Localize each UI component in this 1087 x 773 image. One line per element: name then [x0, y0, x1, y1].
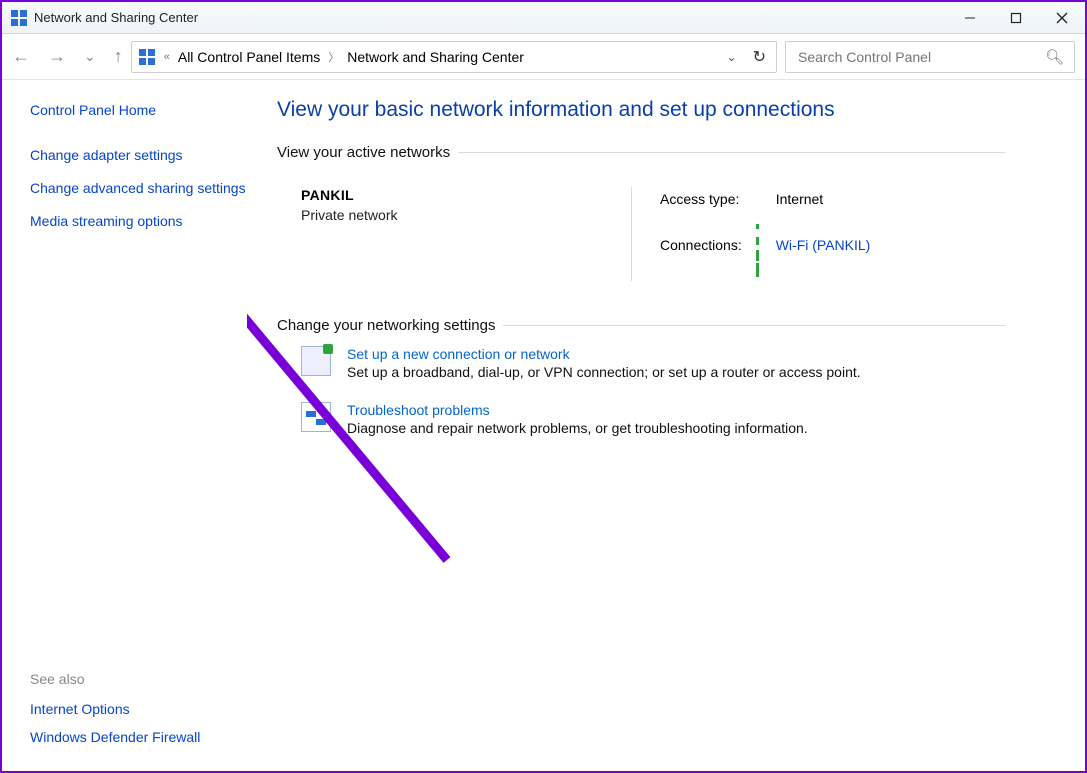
task-setup-connection[interactable]: Set up a new connection or network Set u… — [301, 346, 1005, 380]
address-bar[interactable]: « All Control Panel Items 〉 Network and … — [131, 41, 777, 73]
recent-locations-button[interactable]: ⌄ — [84, 48, 96, 65]
control-panel-icon — [138, 48, 156, 66]
page-title: View your basic network information and … — [277, 98, 1005, 122]
toolbar: ← → ⌄ ↑ « All Control Panel Items 〉 Netw… — [2, 34, 1085, 80]
breadcrumb-prefix: « — [164, 51, 170, 63]
chevron-right-icon: 〉 — [328, 49, 339, 65]
title-bar: Network and Sharing Center — [2, 2, 1085, 34]
address-dropdown-button[interactable]: ⌄ — [721, 50, 743, 64]
task-desc: Diagnose and repair network problems, or… — [347, 420, 808, 436]
active-network-row: PANKIL Private network Access type: Inte… — [277, 169, 1005, 303]
breadcrumb-item[interactable]: All Control Panel Items — [178, 49, 320, 65]
see-also-internet-options[interactable]: Internet Options — [30, 701, 247, 717]
divider — [631, 187, 632, 281]
control-panel-home-link[interactable]: Control Panel Home — [30, 102, 247, 118]
close-button[interactable] — [1039, 2, 1085, 33]
sidebar-link-adapter[interactable]: Change adapter settings — [30, 146, 247, 165]
task-desc: Set up a broadband, dial-up, or VPN conn… — [347, 364, 861, 380]
search-box[interactable]: 🔍︎ — [785, 41, 1075, 73]
window-title: Network and Sharing Center — [34, 10, 198, 25]
section-active-networks: View your active networks — [277, 144, 450, 161]
content-area: View your basic network information and … — [247, 80, 1085, 771]
forward-button[interactable]: → — [48, 46, 66, 67]
up-button[interactable]: ↑ — [114, 46, 123, 67]
connection-link[interactable]: Wi-Fi (PANKIL) — [776, 237, 871, 253]
back-button[interactable]: ← — [12, 46, 30, 67]
task-title: Troubleshoot problems — [347, 402, 808, 418]
task-troubleshoot[interactable]: Troubleshoot problems Diagnose and repai… — [301, 402, 1005, 436]
search-input[interactable] — [796, 48, 1045, 66]
refresh-button[interactable]: ↻ — [749, 47, 770, 67]
wifi-signal-icon — [756, 213, 762, 277]
sidebar: Control Panel Home Change adapter settin… — [2, 80, 247, 771]
section-change-settings: Change your networking settings — [277, 317, 495, 334]
connections-label: Connections: — [654, 211, 748, 279]
minimize-button[interactable] — [947, 2, 993, 33]
access-type-value: Internet — [770, 189, 877, 209]
sidebar-link-media-streaming[interactable]: Media streaming options — [30, 212, 247, 231]
see-also-label: See also — [30, 671, 247, 687]
see-also-firewall[interactable]: Windows Defender Firewall — [30, 729, 247, 745]
network-type: Private network — [301, 207, 631, 223]
network-name: PANKIL — [301, 187, 631, 203]
divider — [458, 152, 1005, 153]
setup-connection-icon — [301, 346, 331, 376]
sidebar-link-advanced-sharing[interactable]: Change advanced sharing settings — [30, 179, 247, 198]
task-title: Set up a new connection or network — [347, 346, 861, 362]
troubleshoot-icon — [301, 402, 331, 432]
breadcrumb-item[interactable]: Network and Sharing Center — [347, 49, 524, 65]
search-icon: 🔍︎ — [1045, 48, 1064, 66]
divider — [503, 325, 1005, 326]
access-type-label: Access type: — [654, 189, 748, 209]
app-icon — [10, 9, 28, 27]
maximize-button[interactable] — [993, 2, 1039, 33]
